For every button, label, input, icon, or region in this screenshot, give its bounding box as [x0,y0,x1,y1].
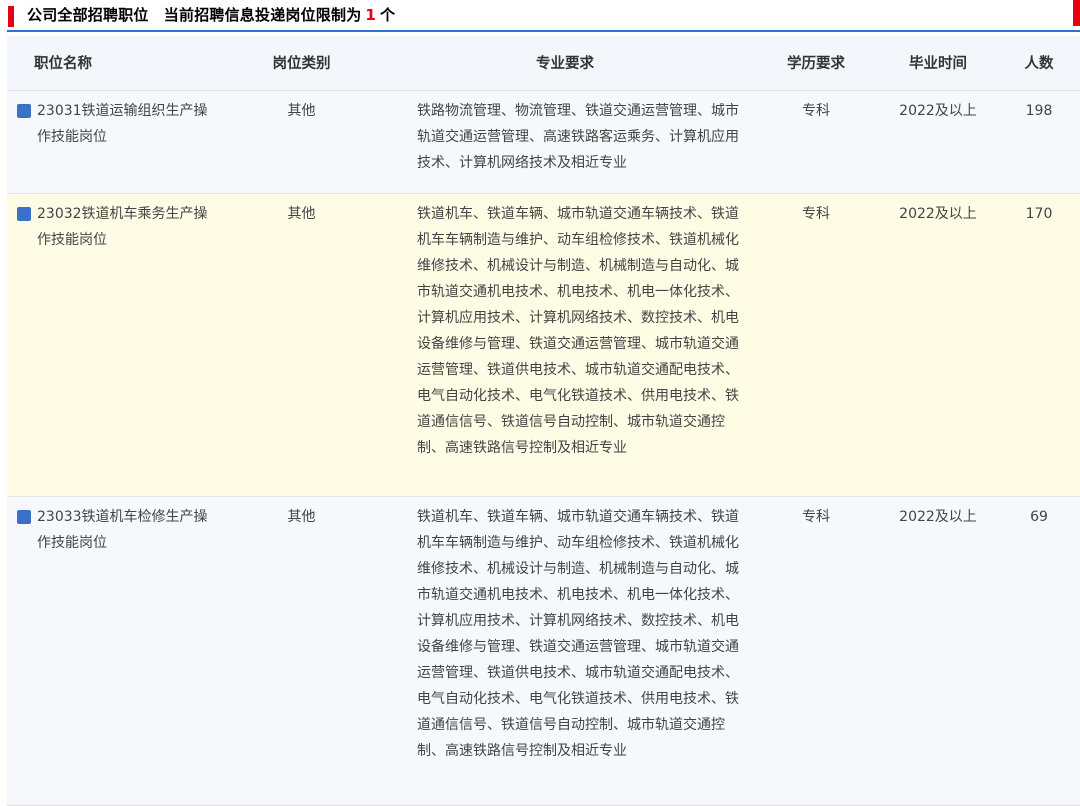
position-limit-count: 1 [365,6,377,24]
major-text: 铁道机车、铁道车辆、城市轨道交通车辆技术、铁道机车车辆制造与维护、动车组检修技术… [417,508,739,759]
major-text: 铁路物流管理、物流管理、铁道交通运营管理、城市轨道交通运营管理、高速铁路客运乘务… [417,102,739,171]
column-header-major: 专业要求 [376,36,754,91]
table-header-row: 职位名称 岗位类别 专业要求 学历要求 毕业时间 人数 [7,36,1080,91]
column-header-education: 学历要求 [754,36,878,91]
education-cell: 专科 [754,496,878,806]
position-name-cell[interactable]: 23033铁道机车检修生产操作技能岗位 [7,496,227,806]
major-cell: 铁路物流管理、物流管理、铁道交通运营管理、城市轨道交通运营管理、高速铁路客运乘务… [376,90,754,194]
position-name-cell[interactable]: 23031铁道运输组织生产操作技能岗位 [7,90,227,194]
select-checkbox-icon[interactable] [17,206,31,221]
position-name[interactable]: 23031铁道运输组织生产操作技能岗位 [37,98,213,150]
graduation-cell: 2022及以上 [878,90,998,194]
position-name-cell[interactable]: 23032铁道机车乘务生产操作技能岗位 [7,193,227,497]
position-name[interactable]: 23032铁道机车乘务生产操作技能岗位 [37,201,213,253]
table-row[interactable]: 23033铁道机车检修生产操作技能岗位 其他 铁道机车、铁道车辆、城市轨道交通车… [7,496,1080,806]
column-header-category: 岗位类别 [227,36,376,91]
section-header: 公司全部招聘职位 当前招聘信息投递岗位限制为 1 个 [0,0,1080,32]
education-cell: 专科 [754,193,878,497]
header-accent-bar [8,6,14,27]
table-row[interactable]: 23032铁道机车乘务生产操作技能岗位 其他 铁道机车、铁道车辆、城市轨道交通车… [7,193,1080,497]
select-checkbox-icon[interactable] [17,509,31,524]
education-cell: 专科 [754,90,878,194]
position-name[interactable]: 23033铁道机车检修生产操作技能岗位 [37,504,213,556]
header-underline [7,30,1080,32]
major-cell: 铁道机车、铁道车辆、城市轨道交通车辆技术、铁道机车车辆制造与维护、动车组检修技术… [376,496,754,806]
graduation-cell: 2022及以上 [878,193,998,497]
section-title: 公司全部招聘职位 当前招聘信息投递岗位限制为 1 个 [27,5,395,25]
major-cell: 铁道机车、铁道车辆、城市轨道交通车辆技术、铁道机车车辆制造与维护、动车组检修技术… [376,193,754,497]
major-text: 铁道机车、铁道车辆、城市轨道交通车辆技术、铁道机车车辆制造与维护、动车组检修技术… [417,205,739,456]
select-checkbox-icon[interactable] [17,103,31,118]
header-right-marker [1073,0,1080,26]
title-prefix: 公司全部招聘职位 当前招聘信息投递岗位限制为 [27,6,362,24]
graduation-cell: 2022及以上 [878,496,998,806]
title-suffix: 个 [380,6,396,24]
category-cell: 其他 [227,90,376,194]
column-header-count: 人数 [998,36,1080,91]
table-row[interactable]: 23031铁道运输组织生产操作技能岗位 其他 铁路物流管理、物流管理、铁道交通运… [7,90,1080,194]
category-cell: 其他 [227,193,376,497]
column-header-position-name: 职位名称 [7,36,227,91]
column-header-graduation: 毕业时间 [878,36,998,91]
count-cell: 69 [998,496,1080,806]
job-positions-table: 职位名称 岗位类别 专业要求 学历要求 毕业时间 人数 23031铁道运输组织生… [7,36,1080,806]
count-cell: 198 [998,90,1080,194]
count-cell: 170 [998,193,1080,497]
category-cell: 其他 [227,496,376,806]
